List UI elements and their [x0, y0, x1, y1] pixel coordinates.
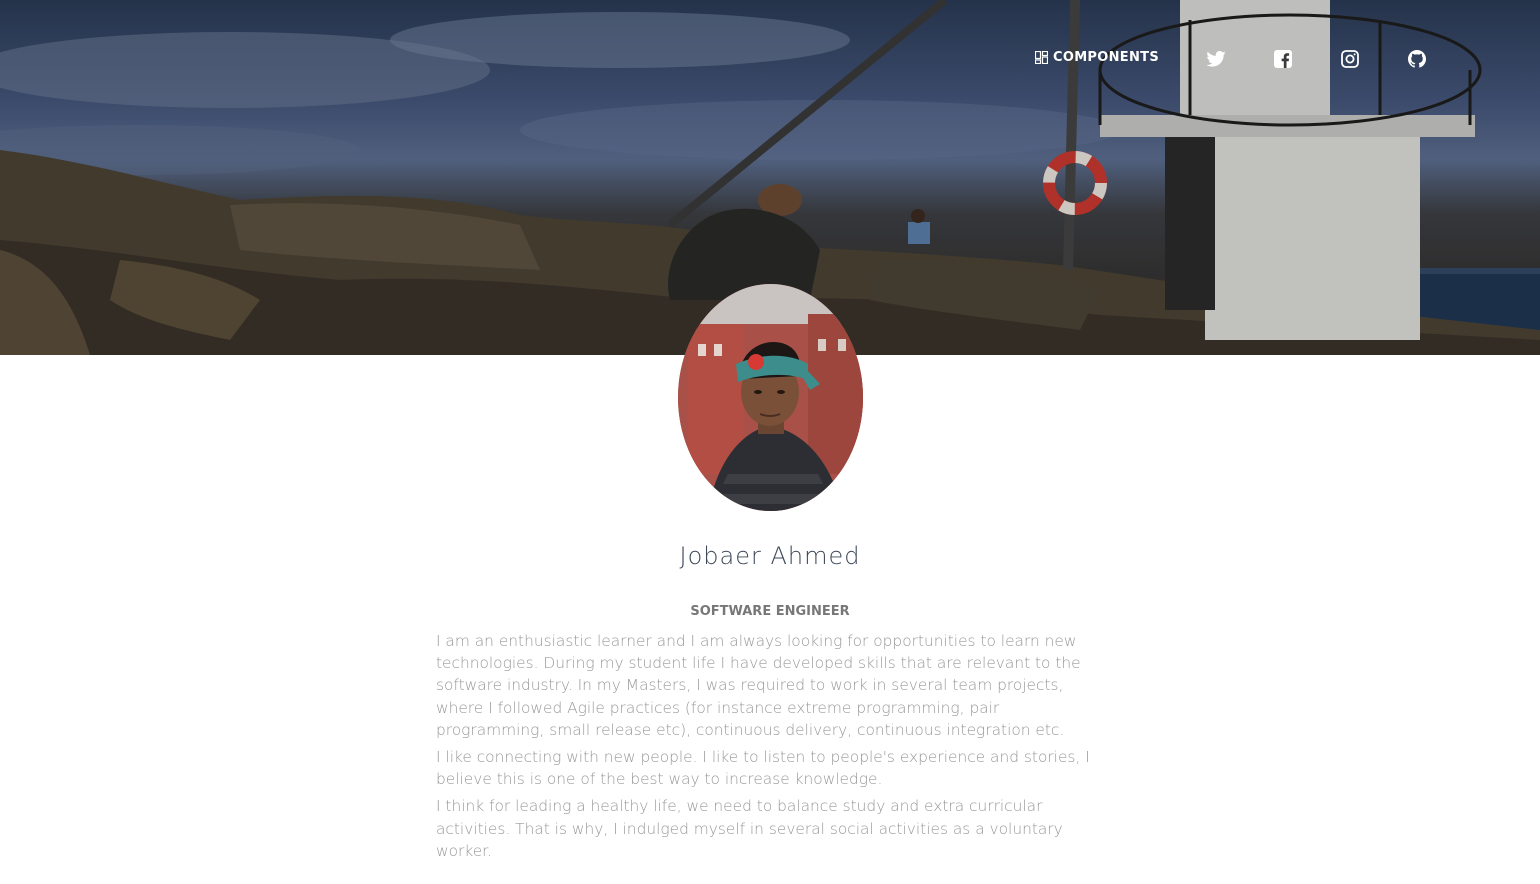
instagram-icon	[1341, 50, 1359, 68]
twitter-icon	[1206, 51, 1226, 67]
profile-name: Jobaer Ahmed	[679, 542, 861, 570]
facebook-icon	[1274, 50, 1292, 68]
profile-bio: I am an enthusiastic learner and I am al…	[436, 630, 1106, 867]
github-link[interactable]	[1407, 49, 1427, 69]
bio-paragraph: I think for leading a healthy life, we n…	[436, 797, 1063, 860]
avatar-photo	[678, 284, 863, 511]
profile-avatar	[678, 284, 863, 511]
components-nav-link[interactable]: COMPONENTS	[1035, 50, 1159, 65]
bio-paragraph: I am an enthusiastic learner and I am al…	[436, 632, 1081, 739]
facebook-link[interactable]	[1273, 49, 1293, 69]
components-nav-label: COMPONENTS	[1053, 50, 1159, 65]
profile-page: COMPONENTS Jobaer Ahmed SOFTWARE ENGINEE…	[0, 0, 1540, 884]
instagram-link[interactable]	[1340, 49, 1360, 69]
profile-title: SOFTWARE ENGINEER	[690, 604, 850, 619]
github-icon	[1408, 50, 1426, 68]
bio-paragraph: I like connecting with new people. I lik…	[436, 748, 1090, 789]
twitter-link[interactable]	[1206, 49, 1226, 69]
dashboard-grid-icon	[1035, 51, 1048, 64]
